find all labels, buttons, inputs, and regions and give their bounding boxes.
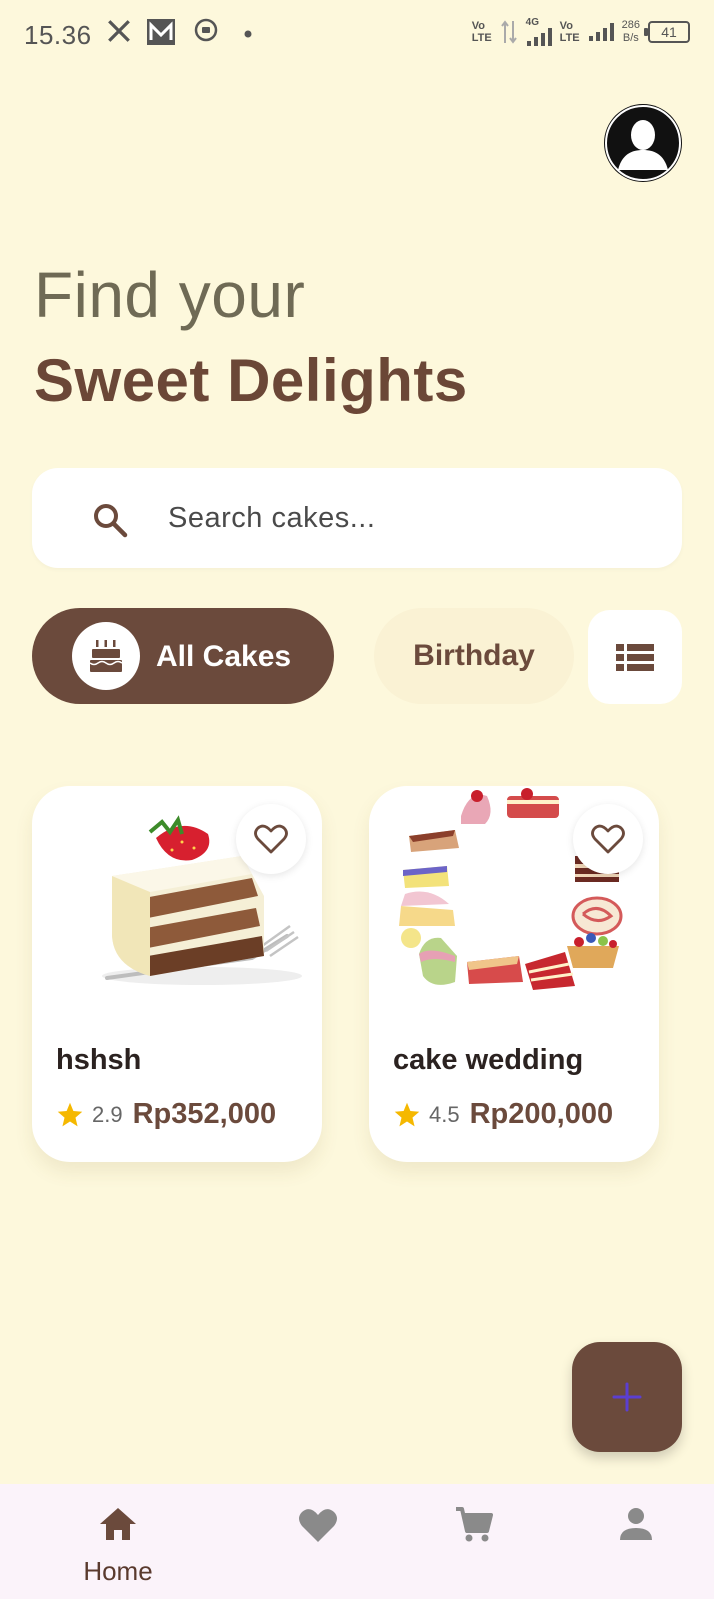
product-price: Rp200,000 [469, 1098, 614, 1130]
avatar-silhouette-icon [605, 105, 681, 181]
star-icon [57, 1102, 83, 1126]
favorite-button[interactable] [573, 804, 643, 874]
search-bar[interactable] [32, 468, 682, 568]
nav-item-favorites[interactable] [258, 1484, 378, 1599]
signal-4g: 4G [526, 18, 552, 46]
dot-icon [244, 30, 252, 38]
nav-item-cart[interactable] [414, 1484, 534, 1599]
person-icon [620, 1508, 652, 1540]
product-card[interactable]: cake wedding 4.5 Rp200,000 [369, 786, 659, 1162]
battery-indicator: 41 [644, 21, 690, 43]
signal-bars-icon [526, 28, 552, 46]
home-icon [100, 1508, 136, 1540]
net-speed: 286 B/s [621, 19, 640, 44]
page-title-line2: Sweet Delights [34, 347, 468, 414]
product-rating: 4.5 [429, 1101, 460, 1127]
x-app-icon [108, 20, 130, 42]
favorite-button[interactable] [236, 804, 306, 874]
lte-indicator-2: Vo LTE [559, 20, 580, 44]
lte-indicator-1: Vo LTE [471, 20, 492, 44]
signal-bars-2-icon [588, 23, 614, 41]
category-chip-birthday[interactable]: Birthday [374, 608, 574, 704]
heart-icon [299, 1509, 337, 1542]
nav-label-home: Home [83, 1556, 153, 1586]
data-arrows-icon [500, 20, 517, 44]
status-right: Vo LTE 4G Vo LTE 286 B/s 41 [472, 18, 690, 46]
mail-app-icon [147, 19, 175, 45]
bottom-navigation: Home [0, 1484, 714, 1599]
star-icon [394, 1102, 420, 1126]
status-time: 15.36 [24, 20, 92, 50]
cake-icon [89, 640, 123, 672]
search-icon [94, 504, 128, 538]
category-chip-all-cakes[interactable]: All Cakes [32, 608, 334, 704]
heart-outline-icon [591, 824, 625, 854]
heart-outline-icon [254, 824, 288, 854]
nav-item-home[interactable]: Home [58, 1484, 178, 1599]
product-meta: 4.5 Rp200,000 [393, 1098, 613, 1131]
category-label-all-cakes: All Cakes [156, 640, 292, 673]
list-view-toggle-button[interactable] [588, 610, 682, 704]
nav-item-profile[interactable] [576, 1484, 696, 1599]
search-input[interactable] [168, 468, 668, 568]
record-icon [194, 18, 218, 42]
status-bar: 15.36 Vo LTE 4G Vo LTE 286 B/s 41 [0, 0, 714, 72]
product-meta: 2.9 Rp352,000 [56, 1098, 276, 1131]
product-name: cake wedding [393, 1044, 584, 1076]
add-cake-fab-button[interactable] [572, 1342, 682, 1452]
cart-icon [456, 1507, 493, 1542]
profile-avatar[interactable] [604, 104, 682, 182]
product-card[interactable]: hshsh 2.9 Rp352,000 [32, 786, 322, 1162]
product-name: hshsh [56, 1044, 142, 1076]
page-title-line1: Find your [34, 259, 306, 331]
product-price: Rp352,000 [132, 1098, 277, 1130]
product-rating: 2.9 [92, 1101, 123, 1127]
cake-icon-wrap [72, 622, 140, 690]
category-label-birthday: Birthday [413, 639, 535, 672]
plus-icon [612, 1382, 642, 1412]
list-view-icon [616, 644, 654, 671]
